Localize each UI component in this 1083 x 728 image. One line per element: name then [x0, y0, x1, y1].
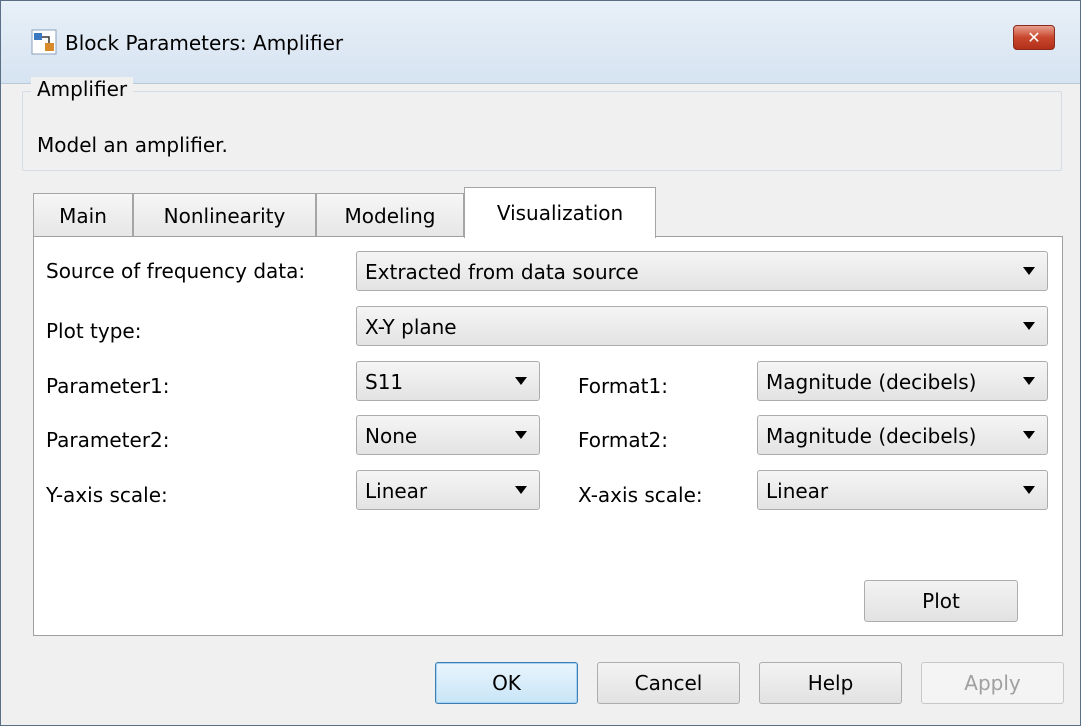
- format1-label: Format1:: [578, 374, 668, 398]
- format1-select[interactable]: Magnitude (decibels): [757, 361, 1048, 401]
- simulink-app-icon: [31, 29, 57, 55]
- x-axis-scale-select[interactable]: Linear: [757, 470, 1048, 510]
- block-description: Model an amplifier.: [37, 133, 228, 157]
- parameter2-select[interactable]: None: [356, 415, 540, 455]
- source-label: Source of frequency data:: [46, 259, 306, 283]
- group-legend: Amplifier: [31, 77, 134, 101]
- chevron-down-icon: [1023, 486, 1035, 494]
- x-axis-scale-value: Linear: [766, 479, 829, 503]
- y-axis-scale-select[interactable]: Linear: [356, 470, 540, 510]
- plot-type-select[interactable]: X-Y plane: [356, 306, 1048, 346]
- chevron-down-icon: [515, 377, 527, 385]
- y-axis-scale-value: Linear: [365, 479, 428, 503]
- close-icon[interactable]: [1013, 25, 1055, 50]
- apply-button[interactable]: Apply: [921, 662, 1064, 704]
- chevron-down-icon: [1023, 377, 1035, 385]
- amplifier-group-box: [22, 91, 1062, 171]
- block-parameters-dialog: Block Parameters: Amplifier Amplifier Mo…: [0, 0, 1081, 726]
- parameter2-label: Parameter2:: [46, 428, 170, 452]
- parameter1-select[interactable]: S11: [356, 361, 540, 401]
- chevron-down-icon: [1023, 267, 1035, 275]
- plot-type-value: X-Y plane: [365, 315, 457, 339]
- plot-type-label: Plot type:: [46, 319, 142, 343]
- ok-button[interactable]: OK: [435, 662, 578, 704]
- title-bar[interactable]: Block Parameters: Amplifier: [1, 1, 1080, 84]
- chevron-down-icon: [1023, 322, 1035, 330]
- source-frequency-select[interactable]: Extracted from data source: [356, 251, 1048, 291]
- format1-value: Magnitude (decibels): [766, 370, 977, 394]
- y-axis-scale-label: Y-axis scale:: [46, 483, 168, 507]
- tab-nonlinearity[interactable]: Nonlinearity: [133, 193, 316, 237]
- chevron-down-icon: [515, 431, 527, 439]
- plot-button[interactable]: Plot: [864, 580, 1018, 622]
- format2-value: Magnitude (decibels): [766, 424, 977, 448]
- x-axis-scale-label: X-axis scale:: [578, 483, 703, 507]
- cancel-button[interactable]: Cancel: [597, 662, 740, 704]
- format2-label: Format2:: [578, 428, 668, 452]
- source-frequency-value: Extracted from data source: [365, 260, 639, 284]
- format2-select[interactable]: Magnitude (decibels): [757, 415, 1048, 455]
- help-button[interactable]: Help: [759, 662, 902, 704]
- chevron-down-icon: [1023, 431, 1035, 439]
- parameter2-value: None: [365, 424, 418, 448]
- visualization-panel: Source of frequency data: Extracted from…: [33, 236, 1063, 636]
- window-title: Block Parameters: Amplifier: [65, 31, 344, 55]
- chevron-down-icon: [515, 486, 527, 494]
- parameter1-value: S11: [365, 370, 404, 394]
- tab-main[interactable]: Main: [33, 193, 133, 237]
- tab-modeling[interactable]: Modeling: [316, 193, 464, 237]
- parameter1-label: Parameter1:: [46, 374, 170, 398]
- tab-visualization[interactable]: Visualization: [464, 187, 656, 238]
